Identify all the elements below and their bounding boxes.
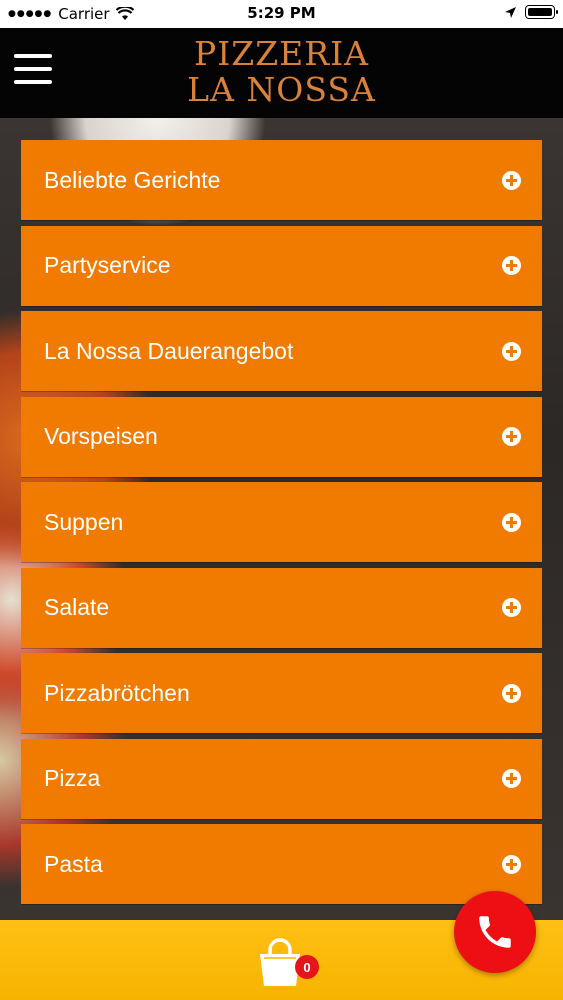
cart-count-badge: 0 <box>295 955 319 979</box>
call-button[interactable] <box>454 891 536 973</box>
logo-line-1: PIZZERIA <box>194 34 369 73</box>
plus-circle-icon[interactable] <box>502 598 521 617</box>
plus-circle-icon[interactable] <box>502 256 521 275</box>
category-item[interactable]: Suppen <box>21 482 542 562</box>
category-item[interactable]: Partyservice <box>21 225 542 306</box>
category-label: Salate <box>44 594 110 620</box>
status-bar: ●●●●● Carrier 5:29 PM <box>0 0 563 28</box>
category-item[interactable]: Vorspeisen <box>21 396 542 477</box>
status-right <box>504 5 558 19</box>
category-label: Pizzabrötchen <box>44 679 190 706</box>
category-label: Suppen <box>44 508 124 535</box>
category-label: Pasta <box>44 850 103 877</box>
plus-circle-icon[interactable] <box>502 341 521 361</box>
category-item[interactable]: Pasta <box>21 824 542 904</box>
app-header: PIZZERIA LA NOSSA <box>0 28 563 118</box>
category-label: Beliebte Gerichte <box>44 166 221 193</box>
category-item[interactable]: Salate <box>21 567 542 648</box>
category-list: Beliebte Gerichte Partyservice La Nossa … <box>21 140 542 910</box>
category-item[interactable]: Pizzabrötchen <box>21 653 542 733</box>
status-time: 5:29 PM <box>247 4 316 22</box>
category-label: La Nossa Dauerangebot <box>44 337 294 364</box>
plus-circle-icon[interactable] <box>502 854 521 874</box>
category-label: Pizza <box>44 765 101 791</box>
plus-circle-icon[interactable] <box>502 512 521 532</box>
restaurant-logo: PIZZERIA LA NOSSA <box>0 36 563 108</box>
plus-circle-icon[interactable] <box>502 427 521 446</box>
category-item[interactable]: Beliebte Gerichte <box>21 140 542 220</box>
location-arrow-icon <box>505 6 516 18</box>
battery-icon <box>525 5 558 19</box>
category-item[interactable]: Pizza <box>21 738 542 819</box>
logo-line-2: LA NOSSA <box>187 70 376 109</box>
plus-circle-icon[interactable] <box>502 683 521 703</box>
category-item[interactable]: La Nossa Dauerangebot <box>21 311 542 391</box>
category-label: Vorspeisen <box>44 423 158 449</box>
category-label: Partyservice <box>44 252 171 278</box>
phone-icon <box>479 916 511 948</box>
plus-circle-icon[interactable] <box>502 769 521 788</box>
plus-circle-icon[interactable] <box>502 170 521 190</box>
